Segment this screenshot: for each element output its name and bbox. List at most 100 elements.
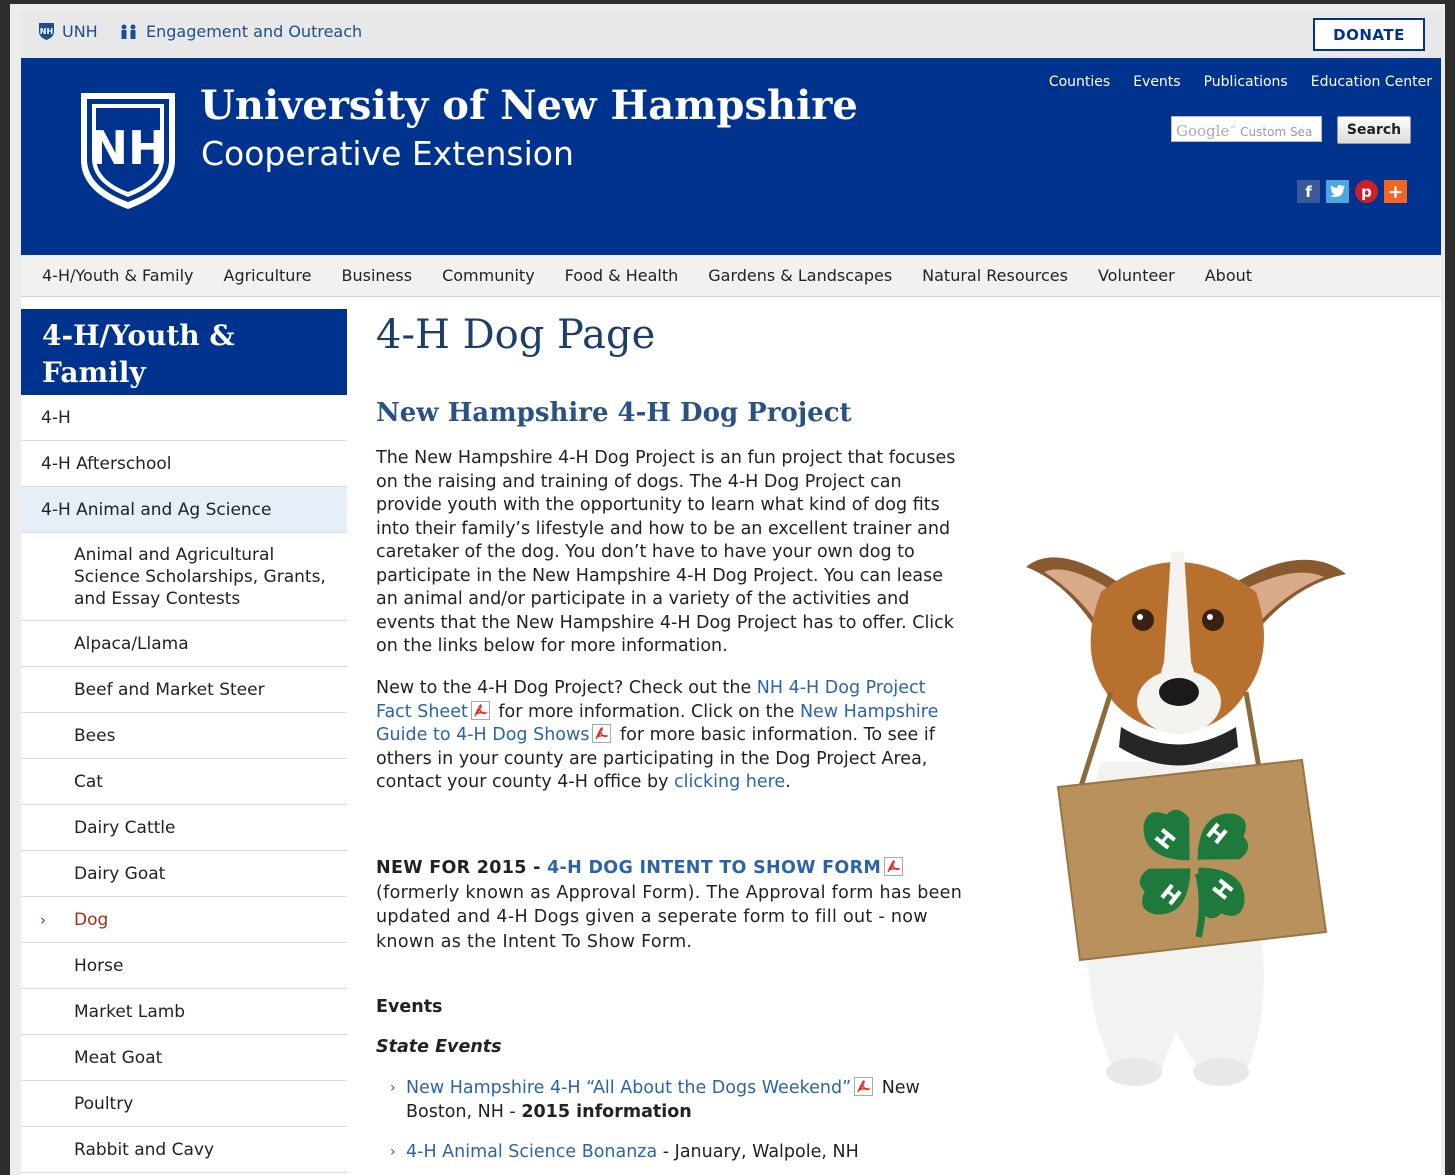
pdf-icon: [884, 857, 904, 876]
main-content: 4-H Dog Page New Hampshire 4-H Dog Proje…: [376, 312, 966, 1162]
nav-business[interactable]: Business: [342, 266, 413, 285]
sidebar-item-bees[interactable]: Bees: [21, 713, 347, 759]
sidebar-item-horse[interactable]: Horse: [21, 943, 347, 989]
sidebar-item-4h[interactable]: 4-H: [21, 395, 347, 441]
top-link-publications[interactable]: Publications: [1204, 74, 1288, 90]
chevron-right-icon: ›: [390, 1144, 396, 1160]
sidebar-item-label: Cat: [74, 771, 103, 792]
sidebar-item-label: Rabbit and Cavy: [74, 1139, 215, 1160]
trademark-mark: ™: [1229, 125, 1237, 133]
engagement-link-label: Engagement and Outreach: [146, 22, 363, 41]
utility-bar: NH UNH Engagement and Outreach DONATE: [21, 12, 1441, 59]
chevron-right-icon: ›: [40, 910, 46, 929]
nav-agriculture[interactable]: Agriculture: [224, 266, 312, 285]
sidebar-item-rabbit-cavy[interactable]: Rabbit and Cavy: [21, 1127, 347, 1173]
twitter-icon[interactable]: [1326, 180, 1349, 203]
nav-gardens-landscapes[interactable]: Gardens & Landscapes: [708, 266, 892, 285]
main-nav: 4-H/Youth & Family Agriculture Business …: [21, 255, 1441, 297]
new-for-2015-label: NEW FOR 2015: [376, 858, 527, 878]
top-link-education-center[interactable]: Education Center: [1311, 74, 1432, 90]
facebook-icon[interactable]: f: [1297, 180, 1320, 203]
event2-details: - January, Walpole, NH: [657, 1142, 859, 1162]
new-for-2015-paragraph: NEW FOR 2015 - 4-H DOG INTENT TO SHOW FO…: [376, 856, 966, 954]
top-links: Counties Events Publications Education C…: [1049, 74, 1432, 90]
nav-youth-family[interactable]: 4-H/Youth & Family: [42, 266, 194, 285]
sidebar-item-afterschool[interactable]: 4-H Afterschool: [21, 441, 347, 487]
sidebar-item-animal-ag-science[interactable]: 4-H Animal and Ag Science: [21, 487, 347, 533]
sidebar: 4-H/Youth & Family 4-H 4-H Afterschool 4…: [21, 309, 347, 1173]
google-logo: Google: [1176, 122, 1230, 140]
sidebar-item-dairy-cattle[interactable]: Dairy Cattle: [21, 805, 347, 851]
state-events-heading: State Events: [376, 1037, 502, 1057]
pdf-icon: [470, 700, 490, 720]
unh-shield-icon: NH: [39, 23, 54, 40]
sidebar-item-poultry[interactable]: Poultry: [21, 1081, 347, 1127]
share-plus-icon[interactable]: +: [1384, 180, 1407, 203]
clicking-here-link[interactable]: clicking here: [674, 772, 785, 792]
sidebar-item-market-lamb[interactable]: Market Lamb: [21, 989, 347, 1035]
section-title: New Hampshire 4-H Dog Project: [376, 398, 852, 428]
sidebar-item-label: Beef and Market Steer: [74, 679, 265, 700]
pdf-icon: [592, 724, 612, 743]
sidebar-item-alpaca-llama[interactable]: Alpaca/Llama: [21, 621, 347, 667]
search-placeholder: Custom Sea: [1240, 125, 1313, 139]
event1-info: 2015 information: [521, 1101, 692, 1122]
svg-text:NH: NH: [40, 27, 53, 36]
new-for-2015-text: (formerly known as Approval Form). The A…: [376, 882, 963, 952]
sidebar-item-meat-goat[interactable]: Meat Goat: [21, 1035, 347, 1081]
new-separator: -: [526, 858, 548, 878]
social-links: f p +: [1297, 180, 1407, 203]
sidebar-item-label: Poultry: [74, 1093, 134, 1114]
donate-button[interactable]: DONATE: [1313, 18, 1425, 51]
sidebar-item-label: Dog: [74, 909, 109, 930]
page: NH UNH Engagement and Outreach DONATE NH…: [21, 12, 1441, 1175]
pinterest-icon[interactable]: p: [1355, 180, 1378, 203]
sidebar-item-dairy-goat[interactable]: Dairy Goat: [21, 851, 347, 897]
cooperative-extension-name[interactable]: Cooperative Extension: [201, 134, 574, 173]
all-about-dogs-weekend-link[interactable]: New Hampshire 4-H “All About the Dogs We…: [406, 1078, 851, 1098]
sidebar-item-label: Dairy Cattle: [74, 817, 176, 838]
people-icon: [121, 24, 136, 39]
unh-logo-icon[interactable]: NH: [78, 90, 178, 212]
nav-volunteer[interactable]: Volunteer: [1098, 266, 1175, 285]
nav-about[interactable]: About: [1205, 266, 1252, 285]
chevron-right-icon: ›: [390, 1080, 396, 1096]
top-link-events[interactable]: Events: [1133, 74, 1180, 90]
info-text-a: New to the 4-H Dog Project? Check out th…: [376, 678, 757, 698]
sidebar-item-label: 4-H Animal and Ag Science: [41, 499, 272, 520]
list-item: › New Hampshire 4-H “All About the Dogs …: [390, 1077, 950, 1124]
animal-science-bonanza-link[interactable]: 4-H Animal Science Bonanza: [406, 1142, 657, 1162]
dog-with-4h-sign-image: H H H H: [1026, 551, 1346, 1086]
sidebar-item-cat[interactable]: Cat: [21, 759, 347, 805]
nav-food-health[interactable]: Food & Health: [565, 266, 679, 285]
nav-community[interactable]: Community: [442, 266, 535, 285]
search-input[interactable]: Google™ Custom Sea: [1171, 116, 1322, 142]
sidebar-item-label: Dairy Goat: [74, 863, 166, 884]
browser-frame: NH UNH Engagement and Outreach DONATE NH…: [10, 4, 1445, 1175]
info-text-b: for more information. Click on the: [492, 701, 800, 722]
sidebar-item-label: Horse: [74, 955, 124, 976]
info-text-d: .: [785, 772, 791, 792]
unh-link-label: UNH: [62, 22, 98, 41]
sidebar-item-label: 4-H: [41, 407, 71, 428]
svg-text:NH: NH: [90, 121, 167, 175]
university-name[interactable]: University of New Hampshire: [200, 82, 858, 129]
info-paragraph: New to the 4-H Dog Project? Check out th…: [376, 677, 966, 795]
site-header: NH University of New Hampshire Cooperati…: [21, 58, 1441, 255]
pdf-icon: [854, 1077, 874, 1096]
sidebar-item-dog[interactable]: › Dog: [21, 897, 347, 943]
intro-paragraph: The New Hampshire 4-H Dog Project is an …: [376, 448, 956, 656]
unh-link[interactable]: NH UNH: [38, 22, 98, 41]
sidebar-item-beef-steer[interactable]: Beef and Market Steer: [21, 667, 347, 713]
search-button[interactable]: Search: [1337, 116, 1411, 144]
sidebar-item-label: 4-H Afterschool: [41, 453, 172, 474]
engagement-link[interactable]: Engagement and Outreach: [119, 22, 362, 41]
top-link-counties[interactable]: Counties: [1049, 74, 1110, 90]
list-item: › 4-H Animal Science Bonanza - January, …: [390, 1141, 950, 1165]
sidebar-item-label: Bees: [74, 725, 116, 746]
nav-natural-resources[interactable]: Natural Resources: [922, 266, 1068, 285]
sidebar-item-scholarships[interactable]: Animal and Agricultural Science Scholars…: [21, 533, 347, 621]
sidebar-item-label: Animal and Agricultural Science Scholars…: [74, 544, 326, 609]
sidebar-heading[interactable]: 4-H/Youth & Family: [21, 309, 347, 395]
intent-to-show-form-link[interactable]: 4-H DOG INTENT TO SHOW FORM: [547, 858, 881, 878]
